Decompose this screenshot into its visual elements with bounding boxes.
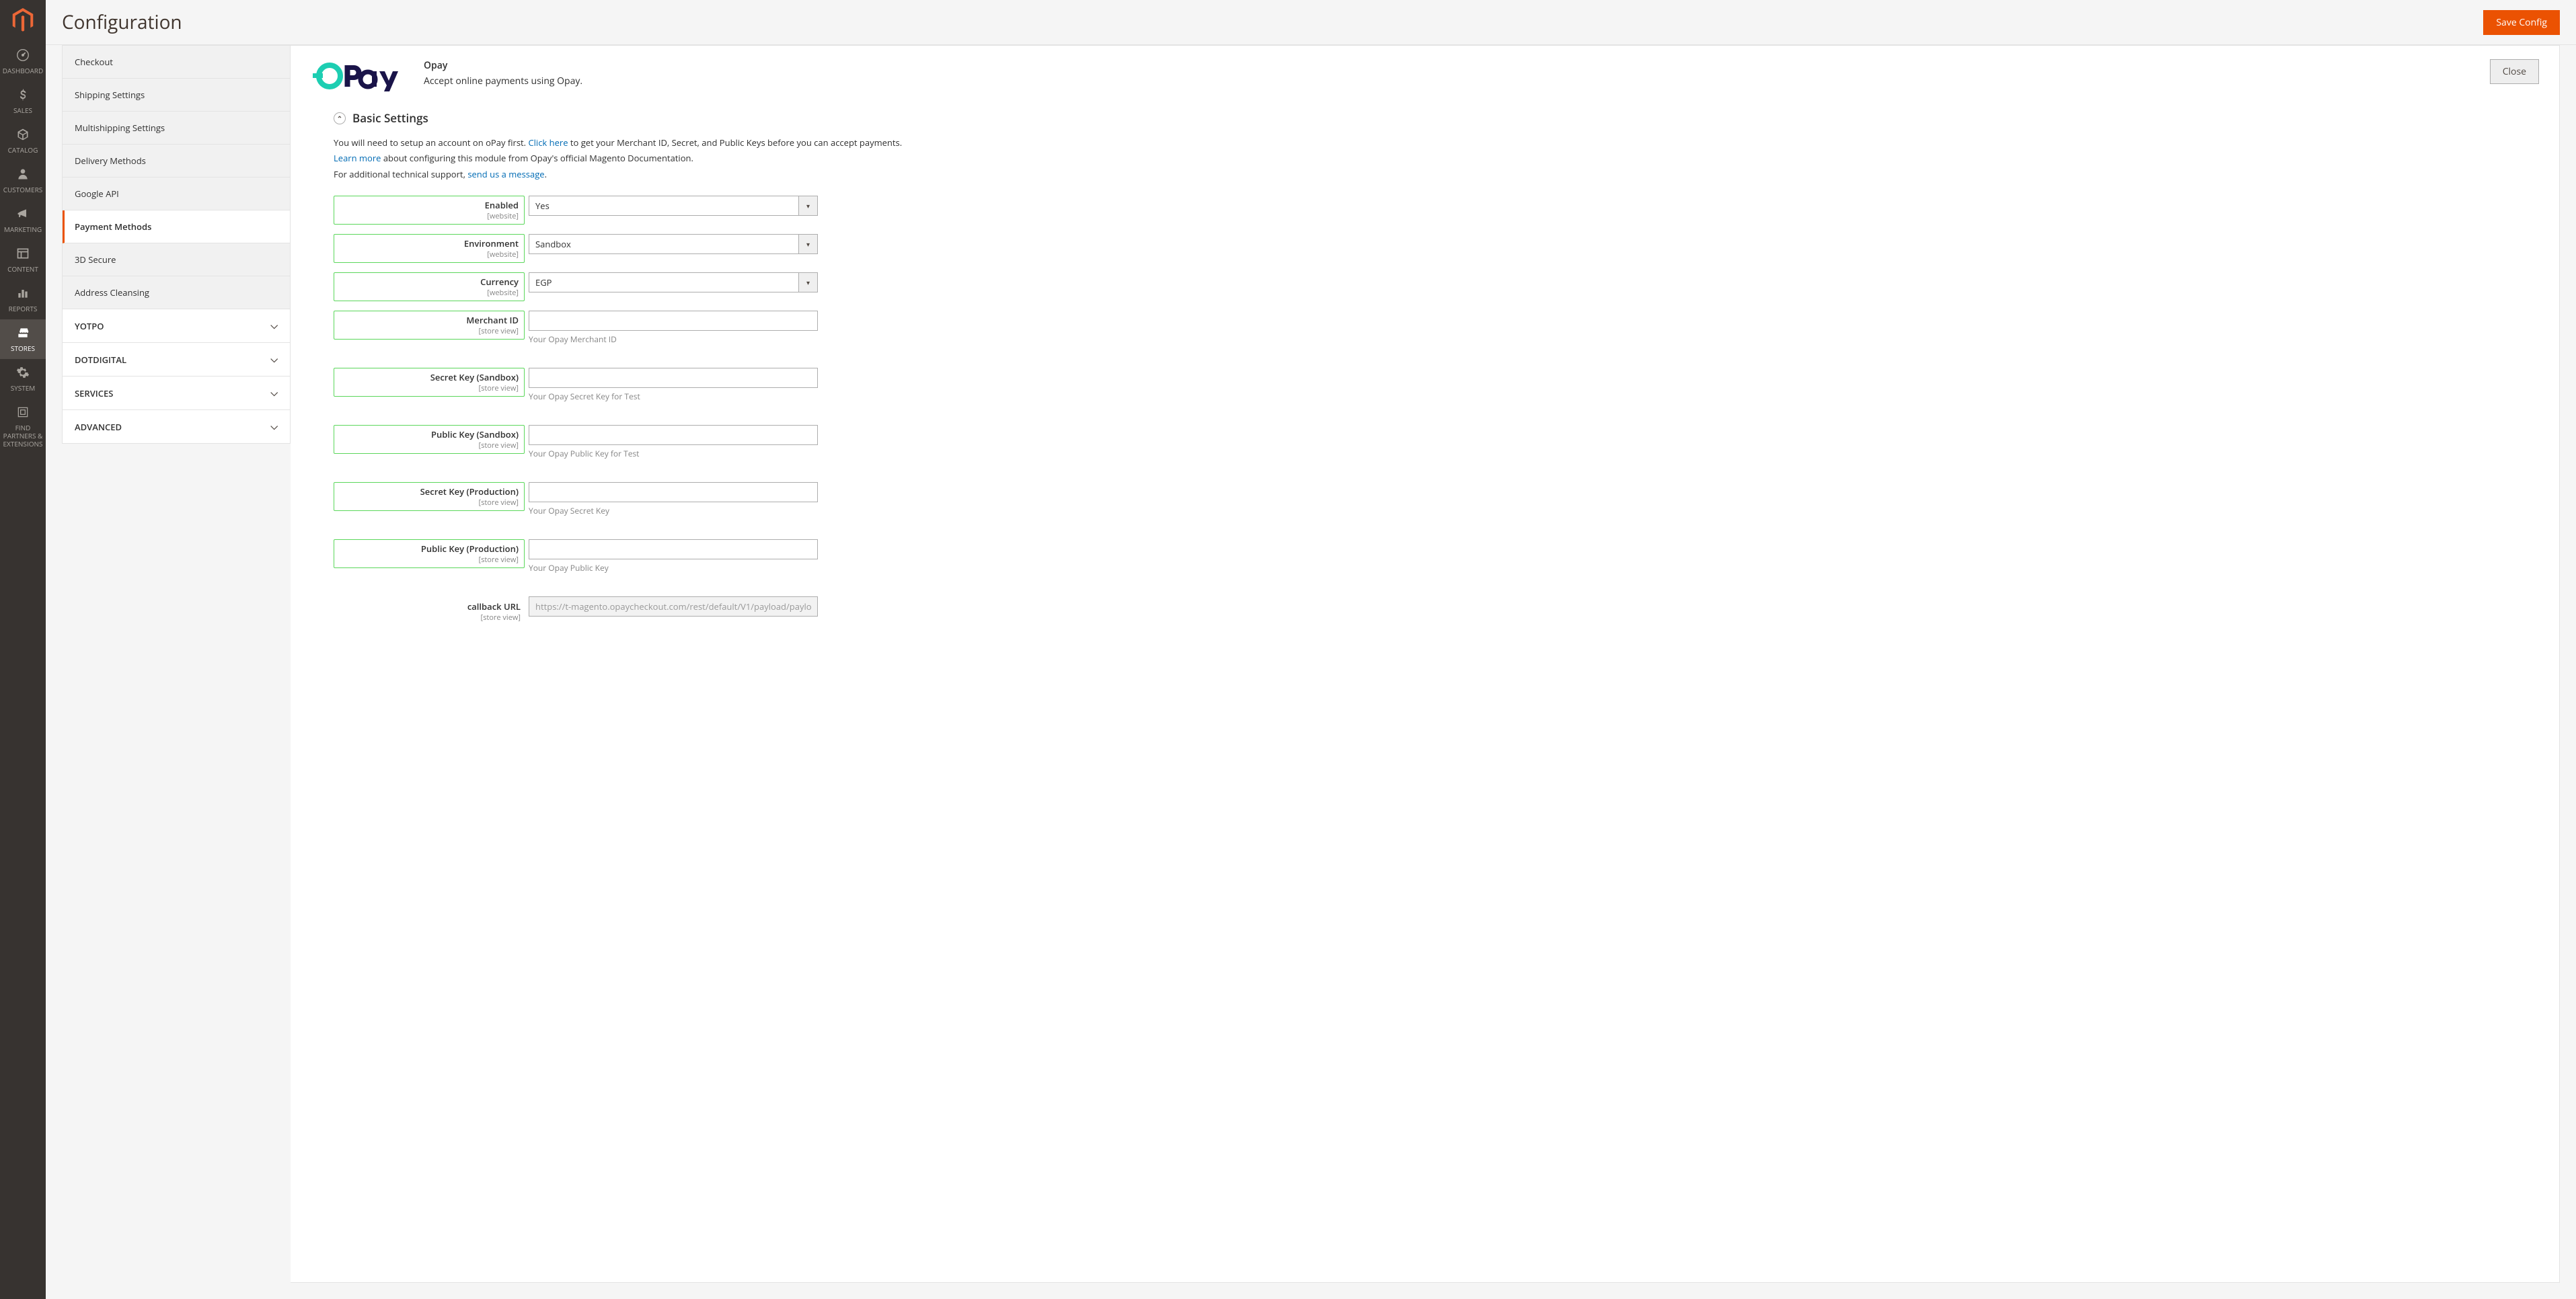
dropdown-arrow-icon: ▾ (798, 235, 817, 253)
menu-payment-methods[interactable]: Payment Methods (65, 210, 290, 243)
input-merchant-id[interactable] (529, 311, 818, 331)
input-callback-url (529, 596, 818, 617)
menu-shipping-settings[interactable]: Shipping Settings (63, 79, 290, 111)
sales-icon (16, 88, 30, 104)
config-panel: Opay Accept online payments using Opay. … (291, 45, 2560, 1283)
menu-section-services[interactable]: SERVICES⌵ (63, 377, 290, 409)
input-public-prod[interactable] (529, 539, 818, 559)
help-public-prod: Your Opay Public Key (529, 562, 818, 574)
help-merchant-id: Your Opay Merchant ID (529, 333, 818, 345)
marketing-icon (16, 207, 30, 223)
label-currency: Currency [website] (334, 272, 525, 301)
menu-delivery-methods[interactable]: Delivery Methods (63, 145, 290, 177)
chevron-down-icon: ⌵ (270, 387, 278, 399)
nav-partners[interactable]: FIND PARTNERS & EXTENSIONS (0, 399, 46, 455)
link-click-here[interactable]: Click here (528, 136, 568, 149)
save-config-button[interactable]: Save Config (2483, 10, 2560, 35)
nav-system[interactable]: SYSTEM (0, 359, 46, 399)
dropdown-arrow-icon: ▾ (798, 196, 817, 215)
dropdown-arrow-icon: ▾ (798, 273, 817, 292)
label-enabled: Enabled [website] (334, 196, 525, 225)
admin-sidebar: DASHBOARD SALES CATALOG CUSTOMERS MARKET… (0, 0, 46, 1299)
select-enabled[interactable]: Yes ▾ (529, 196, 818, 216)
menu-address-cleansing[interactable]: Address Cleansing (63, 276, 290, 309)
dashboard-icon (15, 47, 30, 64)
chevron-down-icon: ⌵ (270, 319, 278, 332)
stores-icon (16, 326, 30, 342)
provider-name: Opay (424, 59, 2478, 72)
menu-3d-secure[interactable]: 3D Secure (63, 243, 290, 276)
magento-logo[interactable] (0, 0, 46, 40)
intro-text: You will need to setup an account on oPa… (334, 135, 2539, 182)
label-public-prod: Public Key (Production) [store view] (334, 539, 525, 568)
collapse-icon: ⌃ (334, 112, 346, 124)
input-secret-prod[interactable] (529, 482, 818, 502)
link-learn-more[interactable]: Learn more (334, 152, 381, 164)
menu-google-api[interactable]: Google API (63, 178, 290, 210)
help-secret-sandbox: Your Opay Secret Key for Test (529, 391, 818, 402)
page-title: Configuration (62, 9, 182, 35)
link-send-message[interactable]: send us a message (467, 168, 544, 180)
nav-catalog[interactable]: CATALOG (0, 121, 46, 161)
config-menu: Checkout Shipping Settings Multishipping… (62, 45, 291, 1283)
menu-checkout[interactable]: Checkout (63, 46, 290, 78)
input-secret-sandbox[interactable] (529, 368, 818, 388)
section-basic-settings[interactable]: ⌃ Basic Settings (334, 110, 2539, 126)
page-header: Configuration Save Config (46, 0, 2576, 45)
select-currency[interactable]: EGP ▾ (529, 272, 818, 292)
menu-section-dotdigital[interactable]: DOTDIGITAL⌵ (63, 343, 290, 376)
provider-tagline: Accept online payments using Opay. (424, 75, 2478, 87)
menu-section-advanced[interactable]: ADVANCED⌵ (63, 410, 290, 443)
content-icon (16, 247, 30, 262)
nav-reports[interactable]: REPORTS (0, 280, 46, 319)
reports-icon (16, 286, 30, 302)
nav-sales[interactable]: SALES (0, 81, 46, 121)
close-button[interactable]: Close (2490, 59, 2539, 84)
menu-section-yotpo[interactable]: YOTPO⌵ (63, 309, 290, 342)
help-public-sandbox: Your Opay Public Key for Test (529, 448, 818, 459)
label-callback-url: callback URL [store view] (334, 596, 529, 623)
label-merchant-id: Merchant ID [store view] (334, 311, 525, 340)
system-icon (16, 366, 30, 381)
nav-customers[interactable]: CUSTOMERS (0, 161, 46, 200)
chevron-down-icon: ⌵ (270, 420, 278, 433)
label-public-sandbox: Public Key (Sandbox) [store view] (334, 425, 525, 454)
nav-stores[interactable]: STORES (0, 319, 46, 359)
label-environment: Environment [website] (334, 234, 525, 263)
select-environment[interactable]: Sandbox ▾ (529, 234, 818, 254)
nav-marketing[interactable]: MARKETING (0, 200, 46, 240)
label-secret-sandbox: Secret Key (Sandbox) [store view] (334, 368, 525, 397)
opay-logo (311, 59, 412, 93)
catalog-icon (16, 128, 30, 143)
partners-icon (16, 405, 30, 421)
label-secret-prod: Secret Key (Production) [store view] (334, 482, 525, 511)
input-public-sandbox[interactable] (529, 425, 818, 445)
customers-icon (16, 167, 30, 183)
menu-multishipping-settings[interactable]: Multishipping Settings (63, 112, 290, 144)
chevron-down-icon: ⌵ (270, 353, 278, 366)
nav-content[interactable]: CONTENT (0, 240, 46, 280)
help-secret-prod: Your Opay Secret Key (529, 505, 818, 516)
nav-dashboard[interactable]: DASHBOARD (0, 40, 46, 81)
